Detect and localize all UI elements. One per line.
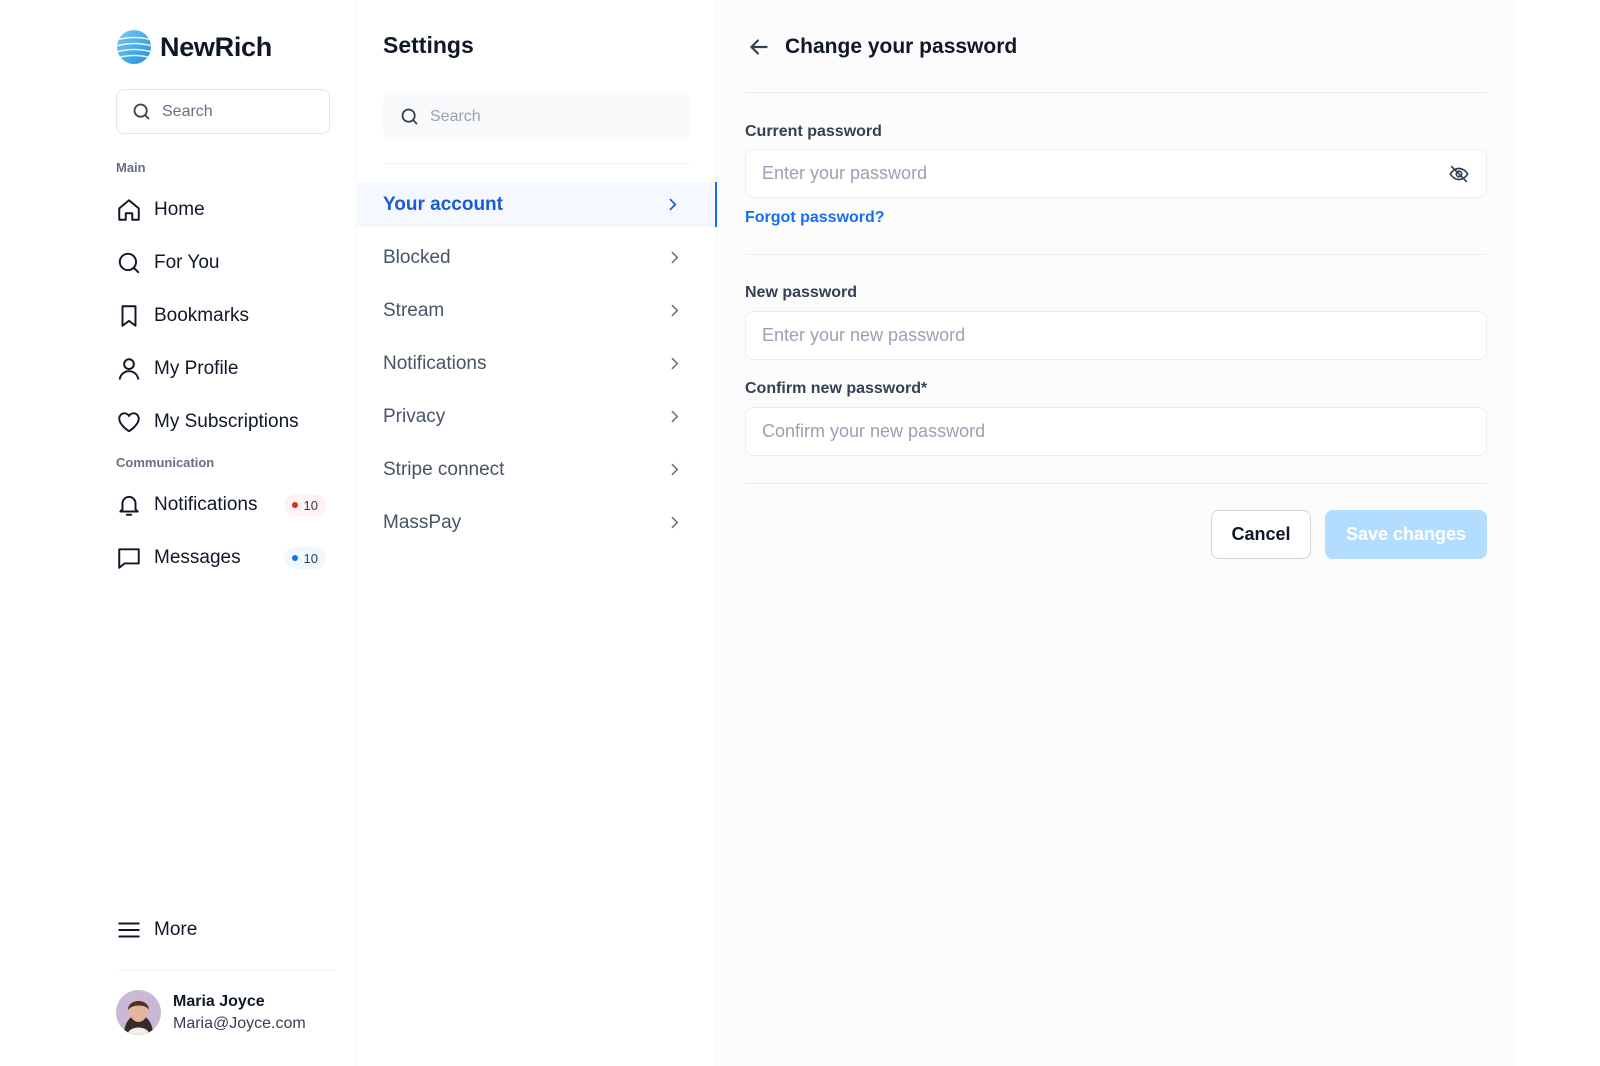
sidebar-divider [116,970,336,971]
brand[interactable]: NewRich [116,29,272,65]
nav-item-home[interactable]: Home [116,190,330,230]
nav-item-label: Bookmarks [154,305,250,326]
settings-item-blocked[interactable]: Blocked [357,235,717,280]
arrow-left-icon[interactable] [746,34,772,60]
settings-panel: Settings Your account Blocked Stream Not… [357,0,717,1066]
nav-item-label: For You [154,252,220,273]
settings-title: Settings [383,32,474,58]
nav-item-bookmarks[interactable]: Bookmarks [116,296,330,336]
user-info: Maria Joyce Maria@Joyce.com [173,991,306,1035]
new-password-field[interactable] [745,311,1487,360]
menu-icon [118,922,140,938]
save-changes-button[interactable]: Save changes [1325,510,1487,559]
settings-item-label: Stripe connect [383,458,505,480]
settings-item-label: Your account [383,193,503,215]
new-password-input[interactable] [762,325,1470,346]
section-divider [745,254,1487,255]
settings-item-stripe-connect[interactable]: Stripe connect [357,447,717,492]
change-password-panel: Change your password Current password Fo… [718,0,1514,1066]
message-icon [118,548,140,569]
new-password-label: New password [745,284,858,301]
chevron-right-icon [671,410,679,423]
forgot-password-link[interactable]: Forgot password? [745,209,885,227]
confirm-password-field[interactable] [745,407,1487,456]
chevron-right-icon [671,516,679,529]
sidebar-search-input[interactable] [162,102,312,121]
search-icon [133,103,150,120]
chevron-right-icon [671,304,679,317]
eye-off-icon[interactable] [1448,163,1470,185]
settings-search-input[interactable] [430,107,670,126]
chevron-right-icon [671,251,679,264]
header-placeholder [1342,28,1482,64]
bookmark-icon [121,305,137,327]
nav-item-label: Home [154,199,205,220]
settings-item-label: MassPay [383,511,462,533]
settings-item-masspay[interactable]: MassPay [357,500,717,545]
confirm-password-label: Confirm new password* [745,380,928,397]
home-icon [118,199,140,221]
settings-item-label: Notifications [383,352,487,374]
search-icon [401,108,418,125]
header-divider [745,92,1487,93]
settings-item-privacy[interactable]: Privacy [357,394,717,439]
badge-dot [291,555,298,561]
chevron-right-icon [671,463,679,476]
main-sidebar: NewRich Main Home For You Bookmarks My P… [0,0,356,1066]
nav-item-label: My Subscriptions [154,411,299,432]
nav-item-label: My Profile [154,358,239,379]
current-password-label: Current password [745,123,882,140]
current-password-input[interactable] [762,163,1448,184]
settings-item-label: Privacy [383,405,446,427]
badge-count: 10 [303,550,318,566]
confirm-password-input[interactable] [762,421,1470,442]
nav-item-my-profile[interactable]: My Profile [116,349,330,389]
notifications-count-badge: 10 [283,494,326,516]
nav-item-notifications[interactable]: Notifications 10 [116,485,330,525]
search-icon [118,252,140,274]
badge-count: 10 [303,497,318,513]
cancel-button[interactable]: Cancel [1211,510,1311,559]
nav-item-messages[interactable]: Messages 10 [116,538,330,578]
messages-count-badge: 10 [283,547,326,569]
settings-search[interactable] [383,93,690,140]
user-profile-card[interactable]: Maria Joyce Maria@Joyce.com [116,990,306,1035]
settings-item-stream[interactable]: Stream [357,288,717,333]
nav-item-my-subscriptions[interactable]: My Subscriptions [116,402,330,442]
settings-item-notifications[interactable]: Notifications [357,341,717,386]
section-label-main: Main [116,160,146,175]
section-label-communication: Communication [116,455,215,470]
globe-logo-icon [117,30,151,64]
page-title: Change your password [785,35,1018,58]
settings-divider [383,163,690,164]
actions-divider [745,483,1487,484]
heart-icon [118,412,140,433]
current-password-field[interactable] [745,149,1487,198]
nav-item-for-you[interactable]: For You [116,243,330,283]
user-icon [118,358,140,380]
brand-name: NewRich [160,31,272,62]
user-name: Maria Joyce [173,992,265,1010]
chevron-right-icon [669,198,677,211]
nav-item-label: Messages [154,547,241,568]
badge-dot [291,502,298,508]
bell-icon [119,495,139,516]
chevron-right-icon [671,357,679,370]
user-email: Maria@Joyce.com [173,1014,306,1032]
nav-item-label: Notifications [154,494,258,515]
settings-item-label: Blocked [383,246,451,268]
settings-item-your-account[interactable]: Your account [357,182,717,227]
nav-item-label: More [154,919,198,940]
settings-item-label: Stream [383,299,445,321]
nav-item-more[interactable]: More [116,910,330,950]
sidebar-search[interactable] [116,89,330,134]
avatar [116,990,161,1035]
